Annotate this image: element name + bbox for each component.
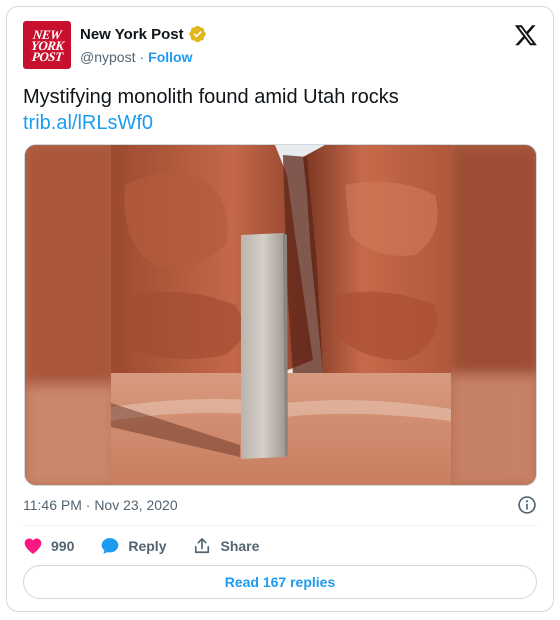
reply-button[interactable]: Reply	[100, 536, 166, 556]
author-handle[interactable]: @nypost	[80, 49, 135, 65]
reply-bubble-icon	[102, 538, 119, 554]
separator-dot: ·	[139, 49, 145, 65]
action-bar: 990 Reply Share	[23, 535, 285, 557]
info-icon[interactable]	[517, 495, 537, 515]
tweet-link[interactable]: trib.al/lRLsWf0	[23, 110, 153, 136]
follow-button[interactable]: Follow	[148, 49, 192, 65]
tweet-photo[interactable]	[24, 144, 537, 486]
x-logo-icon[interactable]	[513, 23, 539, 47]
divider	[23, 525, 537, 526]
monolith-photo-illustration	[25, 145, 536, 485]
reply-label: Reply	[128, 538, 167, 554]
tweet-timestamp[interactable]: 11:46 PM · Nov 23, 2020	[23, 497, 178, 513]
handle-row: @nypost · Follow	[80, 49, 192, 65]
share-label: Share	[220, 538, 260, 554]
author-name-row: New York Post	[80, 25, 207, 43]
tweet-text: Mystifying monolith found amid Utah rock…	[23, 86, 399, 108]
share-icon	[195, 538, 210, 554]
like-button[interactable]: 990	[23, 536, 74, 556]
read-replies-button[interactable]: Read 167 replies	[23, 565, 537, 599]
tweet-embed-card: NEW YORK POST New York Post @nypost · Fo…	[6, 6, 554, 612]
verified-badge-icon	[188, 25, 206, 43]
heart-icon	[24, 538, 42, 554]
avatar-line-3: POST	[30, 48, 64, 64]
author-name[interactable]: New York Post	[80, 26, 184, 43]
share-button[interactable]: Share	[192, 536, 259, 556]
like-count: 990	[51, 538, 75, 554]
avatar[interactable]: NEW YORK POST	[23, 21, 71, 69]
